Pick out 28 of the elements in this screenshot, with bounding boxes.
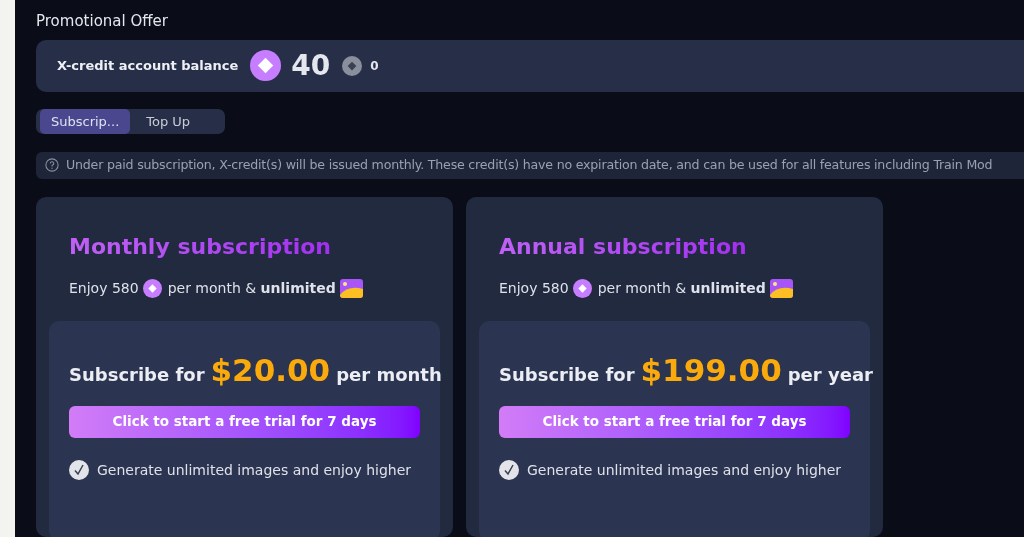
feature-text: Generate unlimited images and enjoy higher xyxy=(527,460,842,480)
credit-coin-icon xyxy=(572,279,592,298)
feature-text: Generate unlimited images and enjoy higher xyxy=(97,460,412,480)
free-trial-button[interactable]: Click to start a free trial for 7 days xyxy=(499,405,850,438)
page-title: Promotional Offer xyxy=(36,11,169,31)
balance-amount: 40 xyxy=(291,47,331,84)
secondary-balance: 0 xyxy=(370,57,379,75)
price-period: per month xyxy=(336,363,442,387)
coin-icon xyxy=(342,55,363,76)
enjoy-text: per month & unlimited xyxy=(597,279,766,298)
notice-text: Under paid subscription, X-credit(s) will be issued monthly. These credit(s) have no expiration date, and can be used for all features including Train Mod xyxy=(66,156,993,175)
tab[interactable]: Subscrip... xyxy=(40,108,131,134)
price-prefix: Subscribe for xyxy=(499,363,635,387)
credit-coin-icon xyxy=(142,279,162,298)
image-icon xyxy=(769,279,793,298)
price: $199.00 xyxy=(640,351,782,390)
price: $20.00 xyxy=(210,351,331,390)
image-icon xyxy=(339,279,363,298)
price-period: per year xyxy=(787,363,873,387)
balance-label: X-credit account balance xyxy=(57,57,239,76)
help-icon xyxy=(45,158,59,173)
enjoy-text: Enjoy 580 xyxy=(69,279,139,298)
tab[interactable]: Top Up xyxy=(134,108,203,134)
enjoy-text: per month & unlimited xyxy=(167,279,336,298)
enjoy-text: Enjoy 580 xyxy=(499,279,569,298)
credit-coin-icon xyxy=(250,50,282,82)
price-prefix: Subscribe for xyxy=(69,363,205,387)
free-trial-button[interactable]: Click to start a free trial for 7 days xyxy=(69,405,420,438)
